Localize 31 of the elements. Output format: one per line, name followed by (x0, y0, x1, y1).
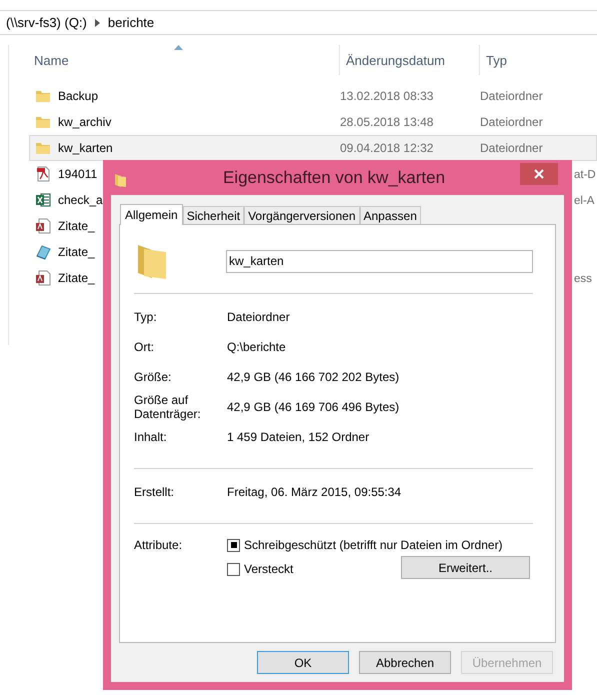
property-value: 42,9 GB (46 169 706 496 Bytes) (227, 400, 400, 414)
file-type: Dateiordner (480, 89, 543, 103)
file-type: at-D (574, 169, 596, 181)
property-value: 1 459 Dateien, 152 Ordner (227, 430, 370, 444)
property-value: 42,9 GB (46 166 702 202 Bytes) (227, 370, 400, 384)
property-label: Typ: (134, 310, 158, 324)
file-type: Dateiordner (480, 115, 543, 129)
property-label: Ort: (134, 340, 155, 354)
property-label: Attribute: (134, 538, 184, 554)
file-date: 09.04.2018 12:32 (340, 141, 434, 155)
property-label: Erstellt: (134, 485, 176, 499)
file-date: 13.02.2018 08:33 (340, 89, 434, 103)
file-name: 194011 (58, 167, 98, 181)
file-name: Zitate_ (58, 219, 95, 233)
file-date: 28.05.2018 13:48 (340, 115, 434, 129)
dialog-title: Eigenschaften von kw_karten (222, 168, 446, 188)
file-type: Dateiordner (480, 141, 543, 155)
property-label: Inhalt: (134, 430, 168, 444)
file-name: check_a (58, 193, 103, 207)
property-value: Freitag, 06. März 2015, 09:55:34 (227, 485, 402, 499)
file-name: Zitate_ (58, 271, 95, 285)
property-label: Größe: (134, 370, 172, 384)
file-type: ess (574, 273, 592, 285)
property-value: Dateiordner (227, 310, 291, 324)
property-label: Größe auf Datenträger: (134, 393, 202, 421)
file-name: Zitate_ (58, 245, 95, 259)
file-name: Backup (58, 89, 98, 103)
file-name: kw_karten (58, 141, 113, 155)
file-type: el-A (574, 195, 594, 207)
file-name: kw_archiv (58, 115, 112, 129)
property-value: Q:\berichte (227, 340, 287, 354)
